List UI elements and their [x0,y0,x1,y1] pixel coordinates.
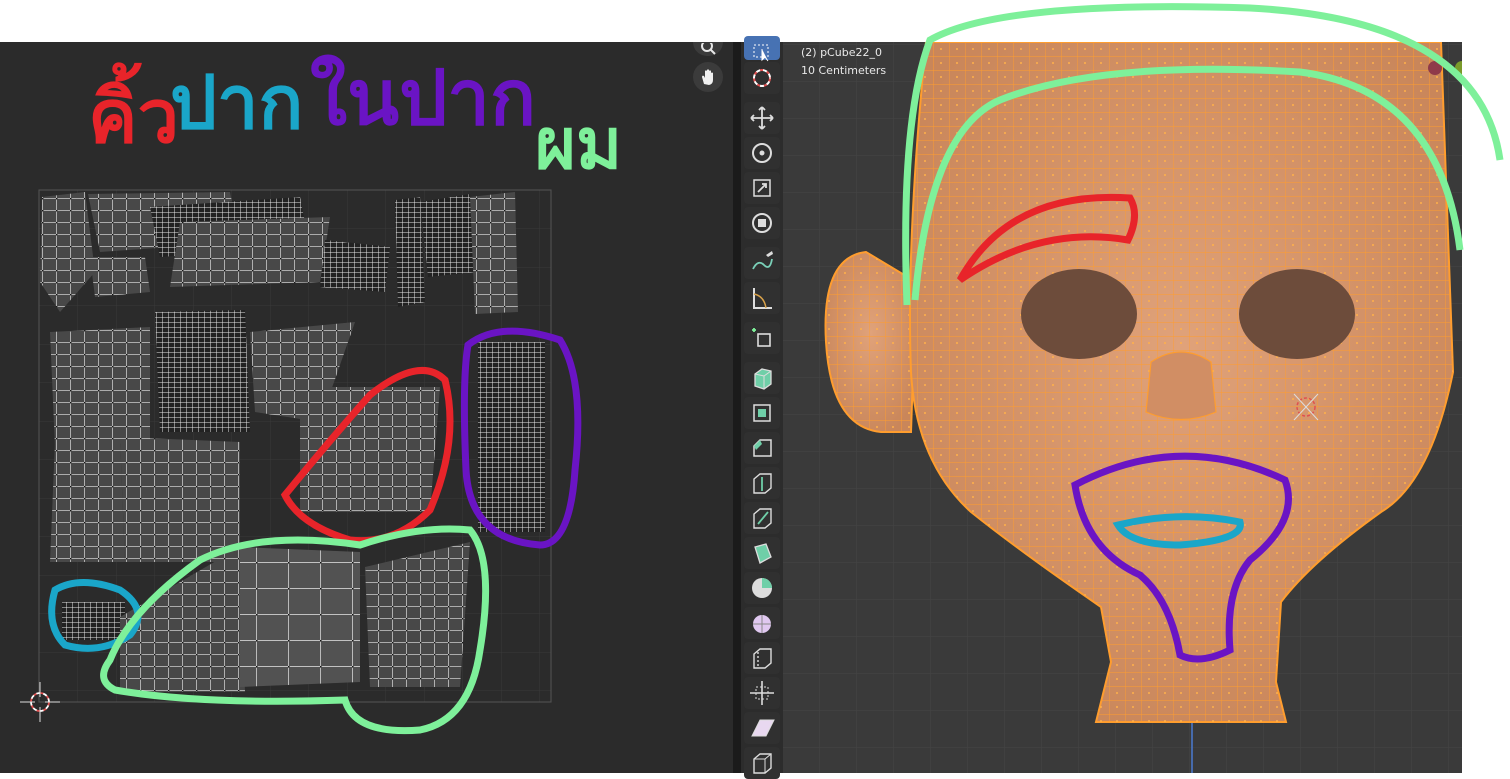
edge-slide-icon[interactable] [744,642,780,674]
knife-icon[interactable] [744,502,780,534]
poly-build-icon[interactable] [744,537,780,569]
right-eye-socket [1239,269,1355,359]
uv-editor[interactable] [0,42,733,773]
smooth-icon[interactable] [744,607,780,639]
hand-pan-icon[interactable] [693,62,723,92]
move-icon[interactable] [744,102,780,134]
margin-area [1462,42,1510,773]
inset-faces-icon[interactable] [744,397,780,429]
uv-canvas[interactable] [0,42,733,773]
add-cube-icon[interactable] [744,322,780,354]
left-eye-socket [1021,269,1137,359]
transform-icon[interactable] [744,207,780,239]
viewport-canvas[interactable] [741,42,1462,773]
shear-icon[interactable] [744,712,780,744]
zoom-icon[interactable] [693,42,723,56]
scale-icon[interactable] [744,172,780,204]
loop-cut-icon[interactable] [744,467,780,499]
rip-region-icon[interactable] [744,747,780,779]
object-info: (2) pCube22_0 [801,46,882,59]
3d-viewport[interactable]: (2) pCube22_0 10 Centimeters [741,42,1462,773]
shrink-fatten-icon[interactable] [744,677,780,709]
select-box-icon[interactable] [744,36,780,62]
scale-info: 10 Centimeters [801,64,887,77]
rotate-icon[interactable] [744,137,780,169]
bevel-icon[interactable] [744,432,780,464]
spin-icon[interactable] [744,572,780,604]
measure-icon[interactable] [744,282,780,314]
area-divider[interactable] [733,42,741,773]
cursor-icon[interactable] [744,62,780,94]
gizmo-x-axis-icon[interactable] [1428,61,1442,75]
viewport-toolbar [741,36,783,779]
nose [1145,351,1217,421]
extrude-region-icon[interactable] [744,362,780,394]
annotate-icon[interactable] [744,247,780,279]
